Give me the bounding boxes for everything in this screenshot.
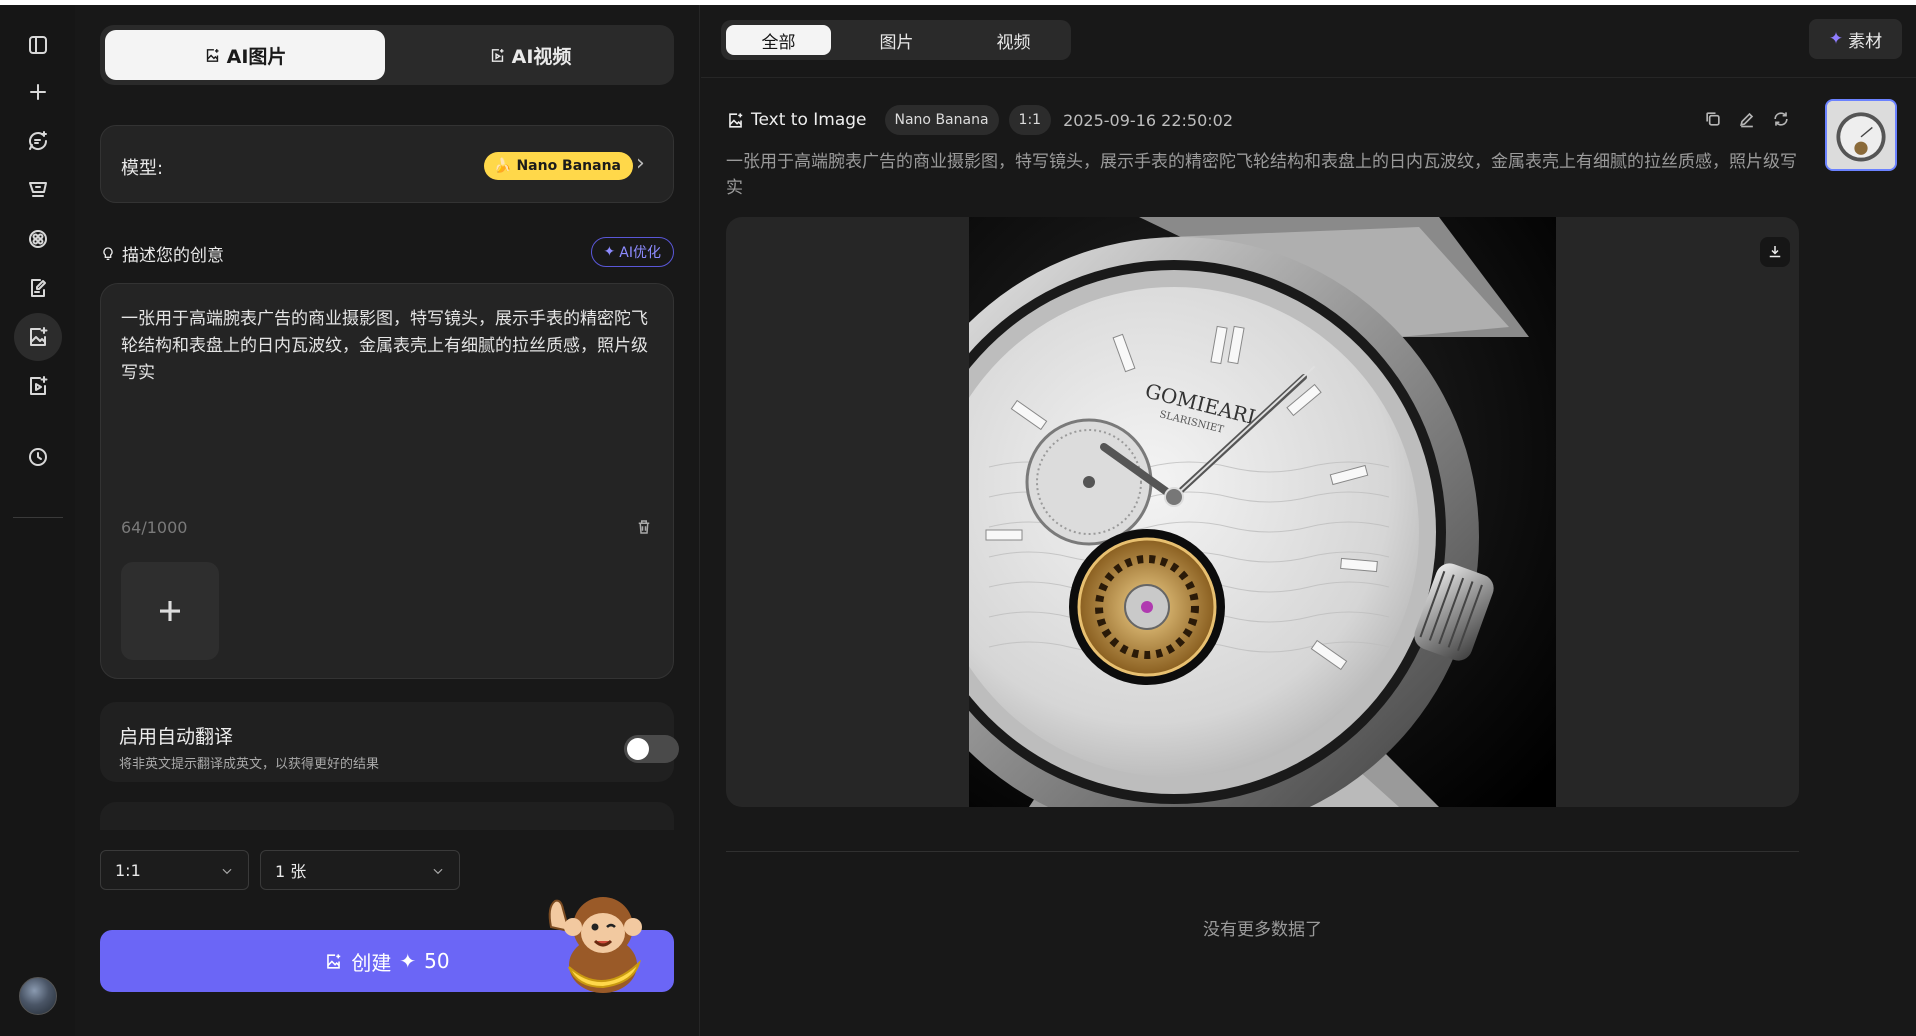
ai-optimize-button[interactable]: ✦ AI优化: [590, 237, 674, 267]
icon-rail: [0, 5, 75, 1036]
mode-switch: AI图片 AI视频: [100, 25, 674, 85]
banana-icon: 🍌: [494, 158, 512, 174]
rail-divider: [13, 517, 63, 518]
result-meta: Text to Image Nano Banana 1:1 2025-09-16…: [726, 103, 1233, 137]
model-badge: 🍌 Nano Banana: [484, 152, 634, 180]
lightbulb-icon: [103, 246, 113, 260]
ai-optimize-label: AI优化: [619, 245, 661, 261]
apps-icon[interactable]: [14, 215, 62, 263]
image-icon: [327, 953, 341, 969]
results-divider: [726, 851, 1799, 852]
download-button[interactable]: [1760, 237, 1790, 267]
describe-row: 描述您的创意 ✦ AI优化: [100, 237, 674, 267]
refresh-icon[interactable]: [1771, 109, 1791, 129]
tab-videos[interactable]: 视频: [961, 25, 1066, 55]
watch-thumbnail-image: [1827, 101, 1895, 169]
chevron-down-icon: [433, 868, 443, 875]
result-prompt: 一张用于高端腕表广告的商业摄影图，特写镜头，展示手表的精密陀飞轮结构和表盘上的日…: [726, 152, 1797, 198]
tab-all[interactable]: 全部: [726, 25, 831, 55]
sparkle-icon: ✦: [1828, 29, 1844, 49]
trash-icon: [638, 520, 650, 534]
tab-images[interactable]: 图片: [844, 25, 949, 55]
new-icon[interactable]: [14, 68, 62, 116]
model-label: 模型:: [121, 158, 164, 179]
tab-ai-video[interactable]: AI视频: [390, 30, 670, 80]
image-icon: [729, 112, 743, 128]
auto-translate-card: 启用自动翻译 将非英文提示翻译成英文，以获得更好的结果: [100, 702, 679, 782]
describe-label-text: 描述您的创意: [122, 246, 224, 266]
sparkle-icon: ✦: [603, 244, 616, 260]
copy-icon[interactable]: [1703, 109, 1723, 129]
count-select[interactable]: 1 张: [260, 850, 460, 890]
describe-label: 描述您的创意: [100, 241, 224, 266]
results-area: 全部 图片 视频 ✦ 素材 Text to Image Nano Banana …: [701, 5, 1916, 1036]
video-icon: [491, 48, 504, 62]
result-type-label: Text to Image: [751, 110, 867, 130]
char-count: 64/1000: [121, 518, 188, 537]
watch-image: GOMIEARI SLARISNIET: [969, 217, 1556, 807]
prompt-box: 一张用于高端腕表广告的商业摄影图，特写镜头，展示手表的精密陀飞轮结构和表盘上的日…: [100, 283, 674, 679]
ratio-select[interactable]: 1:1: [100, 850, 249, 890]
auto-translate-subtitle: 将非英文提示翻译成英文，以获得更好的结果: [119, 757, 380, 772]
no-more-data: 没有更多数据了: [1203, 920, 1322, 940]
assets-button[interactable]: ✦ 素材: [1809, 19, 1902, 59]
create-label: 创建: [351, 950, 392, 975]
video-ai-icon[interactable]: [14, 362, 62, 410]
cart-icon[interactable]: [14, 166, 62, 214]
assets-label: 素材: [1848, 31, 1883, 52]
clear-prompt-button[interactable]: [635, 518, 655, 538]
plus-icon: [160, 601, 180, 621]
edit-icon[interactable]: [1737, 109, 1757, 129]
ratio-chip: 1:1: [1008, 105, 1052, 135]
image-icon: [206, 48, 219, 62]
history-icon[interactable]: [14, 433, 62, 481]
result-type: Text to Image: [726, 110, 867, 130]
result-image-card[interactable]: GOMIEARI SLARISNIET: [726, 217, 1799, 807]
result-thumbnail[interactable]: [1825, 99, 1897, 171]
tab-ai-image[interactable]: AI图片: [105, 30, 385, 80]
header-divider: [701, 77, 1916, 78]
auto-translate-title: 启用自动翻译: [119, 726, 234, 748]
count-value: 1 张: [275, 862, 307, 881]
sparkle-icon: ✦: [399, 949, 417, 973]
edit-doc-icon[interactable]: [14, 264, 62, 312]
chat-ai-icon[interactable]: [14, 117, 62, 165]
download-icon: [1769, 246, 1781, 258]
add-reference-image-button[interactable]: [121, 562, 219, 660]
create-credits: 50: [424, 949, 450, 973]
monkey-mascot-icon: [548, 897, 642, 993]
image-ai-icon[interactable]: [14, 313, 62, 361]
filter-tabs: 全部 图片 视频: [721, 20, 1071, 60]
panel-toggle-icon[interactable]: [14, 21, 62, 69]
result-actions: [1703, 109, 1791, 129]
model-chip: Nano Banana: [884, 105, 999, 135]
avatar[interactable]: [19, 977, 57, 1015]
tab-ai-image-label: AI图片: [226, 45, 287, 68]
prompt-textarea[interactable]: 一张用于高端腕表广告的商业摄影图，特写镜头，展示手表的精密陀飞轮结构和表盘上的日…: [121, 306, 661, 387]
model-name: Nano Banana: [516, 158, 622, 174]
chevron-down-icon: [222, 868, 232, 875]
tab-ai-video-label: AI视频: [511, 45, 572, 68]
ratio-value: 1:1: [115, 860, 141, 880]
model-selector[interactable]: 模型: 🍌 Nano Banana ›: [100, 125, 674, 203]
chevron-right-icon: ›: [636, 151, 645, 176]
result-timestamp: 2025-09-16 22:50:02: [1063, 110, 1233, 130]
auto-translate-toggle[interactable]: [624, 735, 679, 763]
next-option-card: [100, 802, 674, 830]
generation-panel: AI图片 AI视频 模型: 🍌 Nano Banana › 描述您的创意 ✦ A…: [75, 5, 700, 1036]
